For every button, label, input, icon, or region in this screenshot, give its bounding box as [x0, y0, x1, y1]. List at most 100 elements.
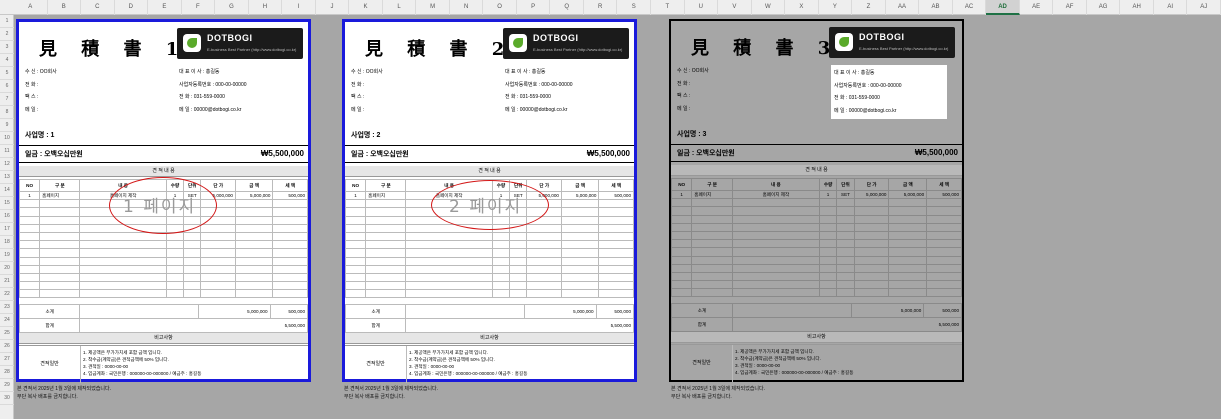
table-cell[interactable]: [18, 281, 41, 291]
row-header-cell[interactable]: 26: [0, 340, 14, 353]
table-cell[interactable]: 5,000,000: [234, 190, 274, 201]
table-cell[interactable]: [888, 198, 928, 208]
table-cell[interactable]: [79, 231, 167, 242]
table-cell[interactable]: [200, 289, 236, 299]
table-cell[interactable]: [818, 230, 838, 241]
table-row[interactable]: [670, 247, 962, 257]
table-cell[interactable]: [818, 255, 838, 265]
table-cell[interactable]: [691, 280, 733, 290]
table-cell[interactable]: [598, 231, 634, 242]
table-cell[interactable]: [926, 255, 962, 265]
table-cell[interactable]: [888, 255, 928, 265]
table-cell[interactable]: [165, 240, 185, 250]
table-cell[interactable]: [691, 206, 733, 216]
table-cell[interactable]: [598, 248, 634, 258]
table-cell[interactable]: [491, 272, 511, 283]
table-cell[interactable]: [405, 281, 493, 291]
table-cell[interactable]: [183, 248, 202, 258]
table-cell[interactable]: [853, 255, 890, 265]
table-cell[interactable]: [272, 207, 308, 217]
table-cell[interactable]: [234, 289, 274, 299]
table-cell[interactable]: [491, 240, 511, 250]
table-cell[interactable]: [79, 289, 167, 299]
table-cell[interactable]: [344, 272, 367, 283]
table-cell[interactable]: [183, 272, 202, 283]
table-cell[interactable]: [344, 281, 367, 291]
table-cell[interactable]: [183, 256, 202, 266]
table-cell[interactable]: [731, 280, 820, 290]
table-cell[interactable]: [272, 289, 308, 299]
row-header-cell[interactable]: 27: [0, 353, 14, 366]
column-header-cell[interactable]: K: [349, 0, 383, 15]
table-cell[interactable]: [598, 264, 634, 274]
table-cell[interactable]: [691, 214, 733, 224]
table-cell[interactable]: [560, 199, 600, 209]
table-cell[interactable]: [670, 206, 693, 216]
table-cell[interactable]: [272, 272, 308, 283]
quote-sheet-1[interactable]: 見 積 書 1 DOTBOGI E-business Best Partner …: [16, 19, 311, 383]
table-row[interactable]: [344, 281, 634, 291]
row-header-cell[interactable]: 11: [0, 145, 14, 158]
table-cell[interactable]: [731, 239, 820, 249]
table-cell[interactable]: [670, 230, 693, 241]
table-cell[interactable]: [926, 247, 962, 257]
table-cell[interactable]: [165, 256, 185, 266]
table-cell[interactable]: [365, 264, 407, 274]
table-row[interactable]: [344, 272, 634, 283]
table-cell[interactable]: [836, 230, 855, 241]
table-cell[interactable]: [853, 288, 890, 298]
table-cell[interactable]: [888, 247, 928, 257]
table-cell[interactable]: [836, 198, 855, 208]
table-cell[interactable]: 1: [670, 189, 693, 200]
row-header-cell[interactable]: 30: [0, 392, 14, 405]
table-row[interactable]: [344, 289, 634, 299]
table-cell[interactable]: [598, 215, 634, 225]
table-cell[interactable]: [598, 240, 634, 250]
column-header-cell[interactable]: H: [249, 0, 283, 15]
table-cell[interactable]: [670, 280, 693, 290]
table-cell[interactable]: [888, 214, 928, 224]
row-header-cell[interactable]: 7: [0, 93, 14, 106]
table-cell[interactable]: [272, 240, 308, 250]
table-cell[interactable]: [183, 264, 202, 274]
table-row[interactable]: [344, 256, 634, 266]
table-cell[interactable]: [888, 288, 928, 298]
table-cell[interactable]: [344, 240, 367, 250]
table-cell[interactable]: [836, 239, 855, 249]
table-cell[interactable]: [18, 289, 41, 299]
table-cell[interactable]: [731, 255, 820, 265]
column-header-cell[interactable]: O: [483, 0, 517, 15]
table-cell[interactable]: [560, 256, 600, 266]
row-header-cell[interactable]: 13: [0, 171, 14, 184]
table-cell[interactable]: [818, 288, 838, 298]
table-cell[interactable]: 5,000,000: [560, 190, 600, 201]
table-cell[interactable]: [670, 263, 693, 273]
table-cell[interactable]: [509, 264, 528, 274]
table-cell[interactable]: 홈페이지 제작: [731, 189, 820, 200]
table-cell[interactable]: [853, 214, 890, 224]
table-row[interactable]: [670, 280, 962, 290]
column-header-cell[interactable]: AC: [953, 0, 987, 15]
table-row[interactable]: [18, 289, 308, 299]
table-cell[interactable]: [670, 288, 693, 298]
table-cell[interactable]: [79, 272, 167, 283]
column-header-cell[interactable]: E: [148, 0, 182, 15]
column-header-cell[interactable]: G: [215, 0, 249, 15]
table-cell[interactable]: [18, 223, 41, 233]
table-cell[interactable]: [888, 263, 928, 273]
table-cell[interactable]: 1: [344, 190, 367, 201]
table-cell[interactable]: [836, 222, 855, 232]
table-cell[interactable]: [926, 222, 962, 232]
column-header-cell[interactable]: AF: [1053, 0, 1087, 15]
table-cell[interactable]: [344, 199, 367, 209]
table-cell[interactable]: 홈페이지: [39, 190, 81, 201]
table-cell[interactable]: [183, 240, 202, 250]
table-cell[interactable]: [234, 215, 274, 225]
table-cell[interactable]: [509, 281, 528, 291]
table-cell[interactable]: [79, 264, 167, 274]
table-cell[interactable]: [491, 281, 511, 291]
table-cell[interactable]: [365, 289, 407, 299]
table-cell[interactable]: [234, 231, 274, 242]
table-row[interactable]: [670, 239, 962, 249]
row-header-cell[interactable]: 6: [0, 80, 14, 93]
